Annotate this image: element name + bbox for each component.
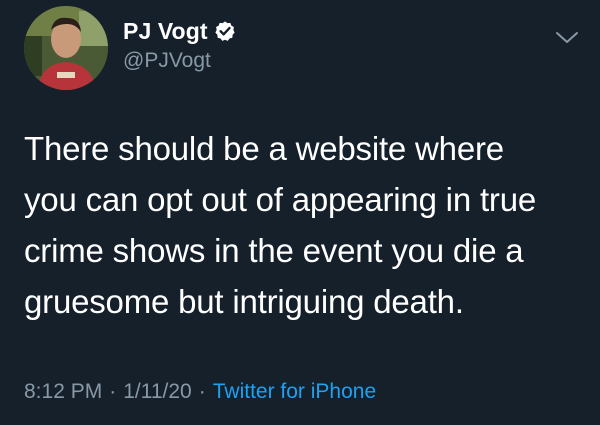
tweet-text-line: crime shows in the event you die a [24,232,524,269]
separator-dot: · [109,380,117,403]
tweet-text-line: There should be a website where [24,130,504,167]
verified-badge-icon [214,20,236,42]
display-name[interactable]: PJ Vogt [123,18,208,45]
tweet-date[interactable]: 1/11/20 [123,380,192,404]
avatar[interactable] [24,6,108,90]
tweet-source-link[interactable]: Twitter for iPhone [213,380,376,404]
tweet-text: There should be a website where you can … [24,123,584,327]
tweet-metadata: 8:12 PM · 1/11/20 · Twitter for iPhone [24,380,376,404]
tweet-time[interactable]: 8:12 PM [24,380,102,404]
chevron-down-icon[interactable] [553,27,581,47]
user-handle[interactable]: @PJVogt [123,49,211,73]
author-row: PJ Vogt [123,16,236,46]
tweet-text-line: you can opt out of appearing in true [24,181,537,218]
tweet-card: PJ Vogt @PJVogt There should be a websit… [0,0,600,425]
separator-dot: · [198,380,206,403]
profile-photo-icon [24,6,108,90]
tweet-text-line: gruesome but intriguing death. [24,283,464,320]
